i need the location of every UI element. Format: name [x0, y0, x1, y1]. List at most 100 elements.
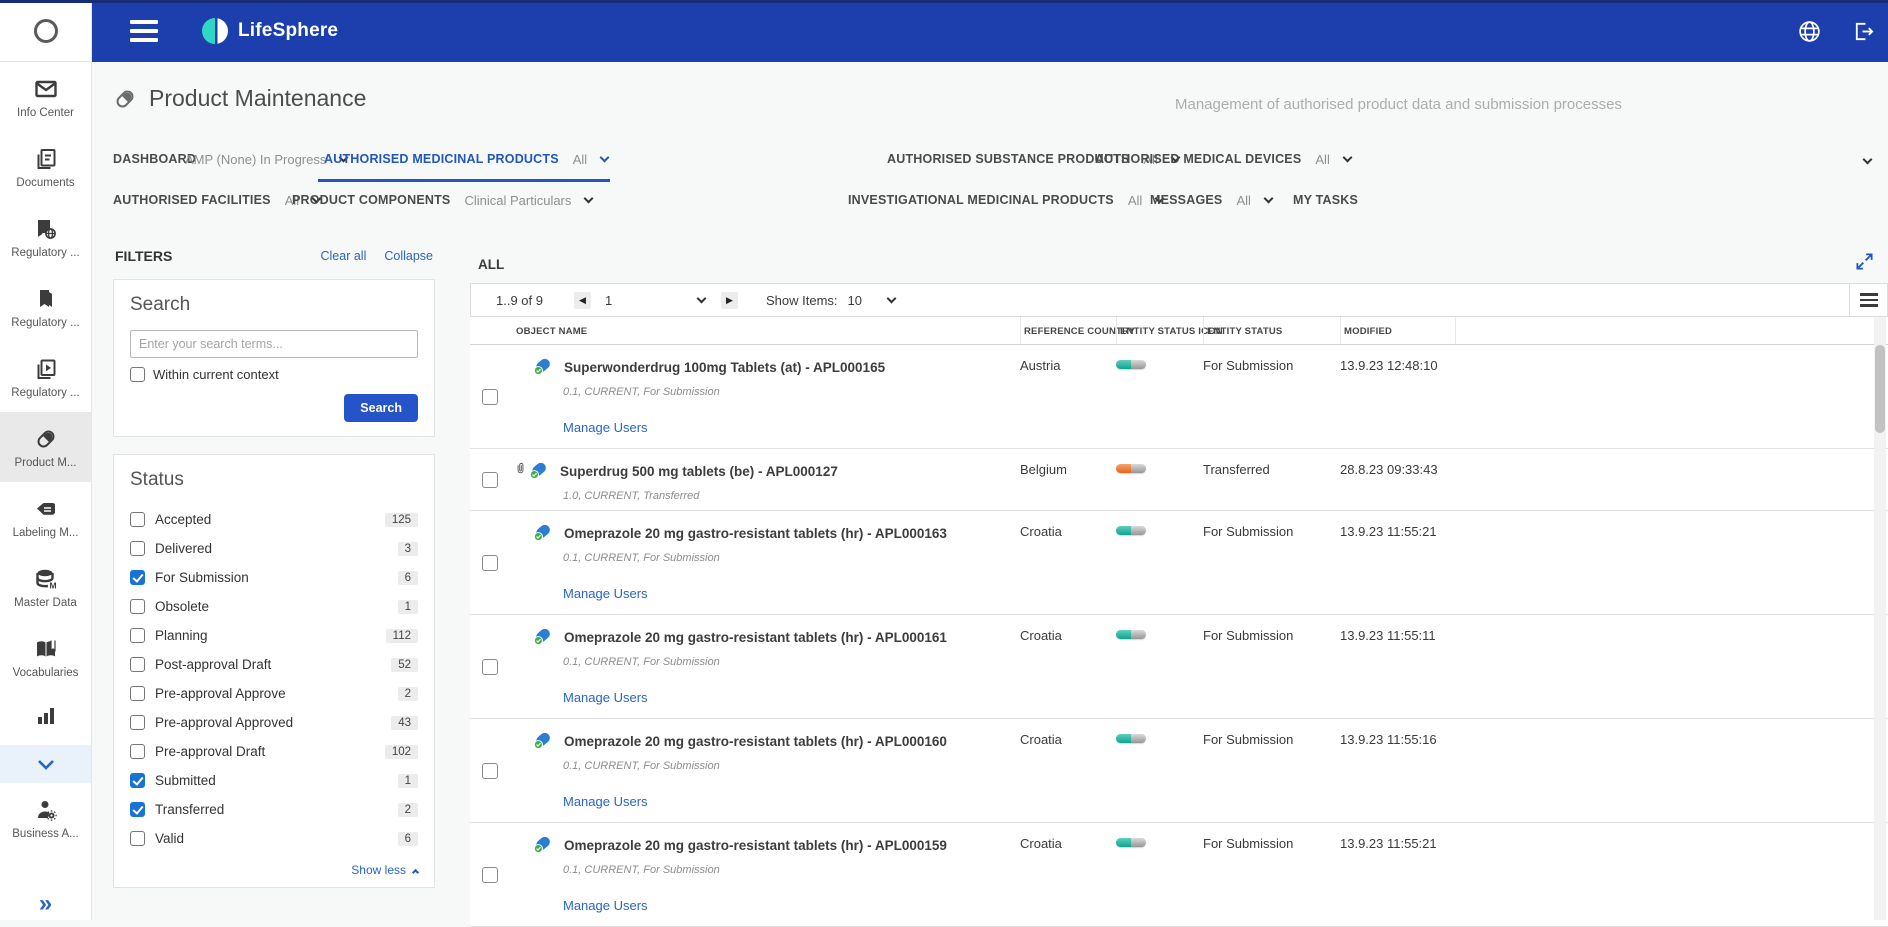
sidebar-item-product-maintenance[interactable]: Product M... — [0, 412, 91, 482]
sidebar-item-master-data[interactable]: MMaster Data — [0, 552, 91, 622]
tab-my-tasks[interactable]: MY TASKS — [1293, 188, 1358, 212]
row-checkbox[interactable] — [482, 389, 498, 405]
sidebar-item-label: Info Center — [17, 107, 74, 119]
status-filter-card: Status Accepted 125 Delivered 3 For Subm… — [113, 454, 435, 888]
next-page-button[interactable]: ▶ — [721, 292, 738, 309]
object-name-link[interactable]: Omeprazole 20 mg gastro-resistant tablet… — [564, 838, 947, 853]
status-filter-item: Pre-approval Approve 2 — [130, 679, 418, 708]
chevron-down-icon — [1342, 152, 1352, 162]
view-options-button[interactable] — [1849, 284, 1887, 316]
globe-icon[interactable] — [1796, 18, 1822, 44]
vertical-scrollbar[interactable] — [1874, 317, 1886, 920]
sidebar-item-documents[interactable]: Documents — [0, 132, 91, 202]
tab-investigational-medicinal-products[interactable]: INVESTIGATIONAL MEDICINAL PRODUCTS All — [848, 188, 1163, 212]
status-label: Pre-approval Draft — [155, 744, 375, 759]
table-row: Omeprazole 20 mg gastro-resistant tablet… — [470, 719, 1888, 823]
sidebar-item-vocabularies[interactable]: Vocabularies — [0, 622, 91, 692]
tab-authorised-medicinal-products[interactable]: AUTHORISED MEDICINAL PRODUCTS All — [324, 147, 608, 171]
column-header[interactable]: MODIFIED — [1340, 317, 1455, 344]
object-name-link[interactable]: Superdrug 500 mg tablets (be) - APL00012… — [560, 464, 838, 479]
sidebar-item-regulatory-globe[interactable]: Regulatory ... — [0, 202, 91, 272]
within-context-checkbox[interactable] — [130, 367, 145, 382]
app-logo — [0, 0, 91, 62]
object-name-link[interactable]: Omeprazole 20 mg gastro-resistant tablet… — [564, 630, 947, 645]
column-header[interactable]: ENTITY STATUS — [1203, 317, 1340, 344]
object-name-link[interactable]: Superwonderdrug 100mg Tablets (at) - APL… — [564, 360, 885, 375]
row-checkbox[interactable] — [482, 867, 498, 883]
search-button[interactable]: Search — [344, 394, 418, 422]
status-checkbox[interactable] — [130, 628, 145, 643]
tab-messages[interactable]: MESSAGES All — [1150, 188, 1272, 212]
row-checkbox[interactable] — [482, 472, 498, 488]
show-less-link[interactable]: Show less — [130, 863, 418, 877]
expand-icon[interactable] — [1855, 252, 1874, 276]
manage-users-link[interactable]: Manage Users — [563, 586, 648, 601]
status-checkbox[interactable] — [130, 570, 145, 585]
sidebar-item-regulatory-book[interactable]: Regulatory ... — [0, 272, 91, 342]
svg-text:M: M — [49, 580, 56, 590]
previous-page-button[interactable]: ◀ — [574, 292, 591, 309]
status-checkbox[interactable] — [130, 802, 145, 817]
object-name-link[interactable]: Omeprazole 20 mg gastro-resistant tablet… — [564, 526, 947, 541]
status-filter-item: Planning 112 — [130, 621, 418, 650]
sidebar-collapse-button[interactable]: » — [0, 890, 91, 918]
column-header[interactable]: OBJECT NAME — [510, 317, 1020, 344]
status-checkbox[interactable] — [130, 657, 145, 672]
status-label: Submitted — [155, 773, 388, 788]
row-checkbox[interactable] — [482, 555, 498, 571]
sidebar-item-regulatory-play[interactable]: Regulatory ... — [0, 342, 91, 412]
object-name-link[interactable]: Omeprazole 20 mg gastro-resistant tablet… — [564, 734, 947, 749]
hamburger-menu-icon[interactable] — [130, 20, 158, 42]
tabs-overflow-chevron[interactable] — [1864, 150, 1871, 168]
status-checkbox[interactable] — [130, 773, 145, 788]
table-body: Superwonderdrug 100mg Tablets (at) - APL… — [470, 345, 1888, 927]
tab-authorised-facilities[interactable]: AUTHORISED FACILITIES All — [113, 188, 320, 212]
logout-icon[interactable] — [1850, 18, 1876, 44]
sidebar-item-chevron-down[interactable] — [0, 745, 91, 783]
status-checkbox[interactable] — [130, 744, 145, 759]
active-tab-underline — [318, 179, 610, 182]
row-checkbox[interactable] — [482, 763, 498, 779]
sidebar-item-label: Documents — [16, 177, 74, 189]
clear-all-link[interactable]: Clear all — [321, 249, 367, 263]
status-filter-item: Post-approval Draft 52 — [130, 650, 418, 679]
modified-cell: 13.9.23 11:55:21 — [1340, 823, 1455, 926]
status-checkbox[interactable] — [130, 715, 145, 730]
manage-users-link[interactable]: Manage Users — [563, 898, 648, 913]
scrollbar-thumb[interactable] — [1875, 345, 1885, 433]
product-icon — [528, 459, 552, 483]
tab-authorised-medical-devices[interactable]: AUTHORISED MEDICAL DEVICES All — [1095, 147, 1351, 171]
tab-dashboard[interactable]: DASHBOARD — [113, 147, 196, 171]
status-heading: Status — [130, 469, 418, 491]
status-checkbox[interactable] — [130, 541, 145, 556]
status-count-badge: 2 — [398, 803, 418, 817]
page-title: Product Maintenance — [149, 85, 366, 112]
master-data-icon: M — [33, 566, 59, 592]
page-select[interactable]: 1 — [599, 293, 711, 308]
status-checkbox[interactable] — [130, 686, 145, 701]
pagination-bar: 1..9 of 9 ◀ 1 ▶ Show Items: 10 — [470, 283, 1888, 317]
status-checkbox[interactable] — [130, 512, 145, 527]
regulatory-book-icon — [33, 286, 59, 312]
column-header[interactable]: REFERENCE COUNTRY — [1020, 317, 1116, 344]
collapse-filters-link[interactable]: Collapse — [384, 249, 433, 263]
chevron-down-icon — [1263, 193, 1273, 203]
sidebar-item-analytics[interactable] — [0, 692, 91, 740]
status-checkbox[interactable] — [130, 831, 145, 846]
status-label: Post-approval Draft — [155, 657, 381, 672]
page-subtitle: Management of authorised product data an… — [1175, 96, 1622, 113]
object-version-status: 1.0, CURRENT, Transferred — [510, 490, 1020, 502]
tab-product-components[interactable]: PRODUCT COMPONENTS Clinical Particulars — [292, 188, 592, 212]
column-header[interactable]: ENTITY STATUS ICON — [1116, 317, 1203, 344]
manage-users-link[interactable]: Manage Users — [563, 690, 648, 705]
manage-users-link[interactable]: Manage Users — [563, 794, 648, 809]
search-input[interactable] — [130, 330, 418, 358]
manage-users-link[interactable]: Manage Users — [563, 420, 648, 435]
page-size-select[interactable]: 10 — [848, 293, 895, 308]
entity-status-cell: For Submission — [1203, 345, 1340, 448]
status-checkbox[interactable] — [130, 599, 145, 614]
sidebar-item-labeling[interactable]: Labeling M... — [0, 482, 91, 552]
row-checkbox[interactable] — [482, 659, 498, 675]
sidebar-item-info-center[interactable]: Info Center — [0, 62, 91, 132]
sidebar-item-business-admin[interactable]: Business A... — [0, 783, 91, 853]
